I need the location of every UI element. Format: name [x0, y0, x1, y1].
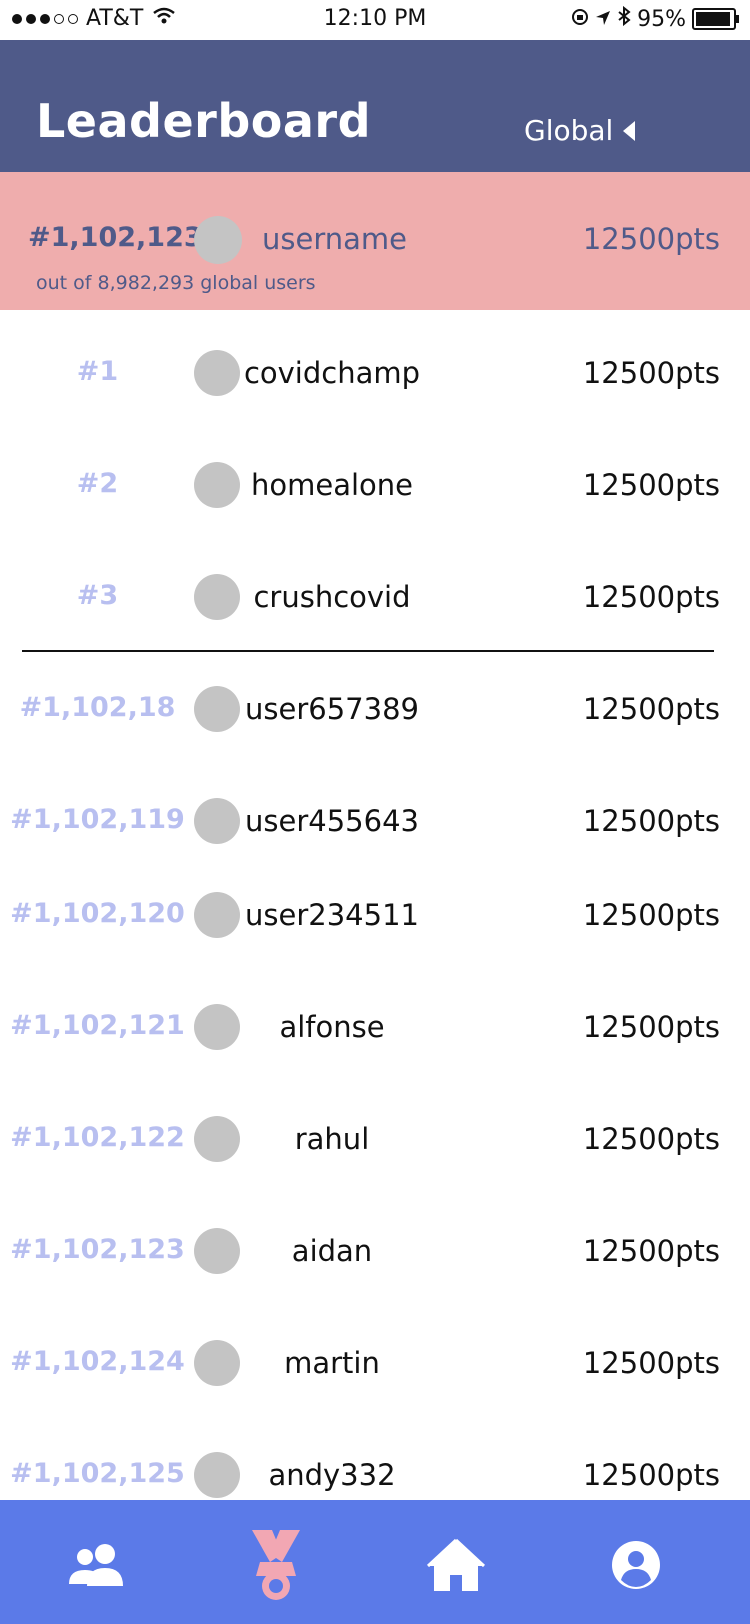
row-points: 12500pts [582, 804, 720, 838]
global-users-count: out of 8,982,293 global users [36, 272, 316, 294]
leaderboard-row[interactable]: #1,102,121 alfonse 12500pts [0, 992, 750, 1062]
tab-profile[interactable] [576, 1520, 696, 1610]
row-rank: #1,102,120 [10, 898, 185, 929]
tab-leaderboard[interactable] [216, 1520, 336, 1610]
row-rank: #1,102,123 [10, 1234, 185, 1265]
friends-icon [69, 1544, 123, 1586]
status-bar: AT&T 12:10 PM 95% [0, 0, 750, 40]
row-rank: #1,102,18 [19, 692, 176, 723]
row-points: 12500pts [582, 356, 720, 390]
battery-icon [692, 8, 739, 30]
row-points: 12500pts [582, 898, 720, 932]
row-rank: #1,102,124 [10, 1346, 185, 1377]
bottom-tab-bar [0, 1500, 750, 1624]
rotation-lock-icon [571, 7, 589, 32]
current-user-points: 12500pts [582, 222, 720, 256]
leaderboard-row[interactable]: #1,102,122 rahul 12500pts [0, 1104, 750, 1174]
leaderboard-row[interactable]: #1,102,123 aidan 12500pts [0, 1216, 750, 1286]
scope-label: Global [524, 114, 614, 147]
leaderboard-row[interactable]: #3 crushcovid 12500pts [0, 562, 750, 632]
row-rank: #1,102,125 [10, 1458, 185, 1489]
leaderboard-row[interactable]: #1 covidchamp 12500pts [0, 338, 750, 408]
row-points: 12500pts [582, 1234, 720, 1268]
row-points: 12500pts [582, 1010, 720, 1044]
leaderboard-row[interactable]: #1,102,120 user234511 12500pts [0, 880, 750, 950]
row-rank: #2 [76, 468, 119, 499]
leaderboard-row[interactable]: #1,102,18 user657389 12500pts [0, 674, 750, 744]
row-rank: #1,102,121 [10, 1010, 185, 1041]
top-three-divider [22, 650, 714, 652]
bluetooth-icon [617, 5, 631, 32]
row-points: 12500pts [582, 1458, 720, 1492]
location-icon [595, 7, 611, 32]
row-points: 12500pts [582, 692, 720, 726]
scope-dropdown[interactable]: Global [524, 114, 636, 147]
row-rank: #1,102,122 [10, 1122, 185, 1153]
leaderboard-row[interactable]: #1,102,124 martin 12500pts [0, 1328, 750, 1398]
row-username: user455643 [245, 804, 419, 838]
row-username: andy332 [268, 1458, 396, 1492]
current-user-banner[interactable]: #1,102,123 username 12500pts out of 8,98… [0, 172, 750, 310]
current-user-rank: #1,102,123 [28, 222, 203, 253]
row-username: martin [284, 1346, 380, 1380]
row-username: alfonse [279, 1010, 385, 1044]
row-rank: #1,102,119 [10, 804, 185, 835]
row-rank: #1 [76, 356, 119, 387]
tab-home[interactable] [396, 1520, 516, 1610]
status-indicators: 95% [571, 5, 739, 32]
row-username: homealone [250, 468, 413, 502]
home-icon [426, 1538, 486, 1591]
avatar [194, 216, 242, 264]
row-points: 12500pts [582, 1346, 720, 1380]
row-username: user657389 [245, 692, 419, 726]
leaderboard-row[interactable]: #2 homealone 12500pts [0, 450, 750, 520]
profile-icon [612, 1541, 660, 1589]
row-points: 12500pts [582, 580, 720, 614]
page-title: Leaderboard [36, 94, 372, 148]
row-rank: #3 [76, 580, 119, 611]
tab-friends[interactable] [36, 1520, 156, 1610]
app-header: Leaderboard Global [0, 40, 750, 172]
row-username: covidchamp [243, 356, 421, 390]
current-user-name: username [262, 222, 407, 256]
leaderboard-row[interactable]: #1,102,119 user455643 12500pts [0, 786, 750, 856]
row-points: 12500pts [582, 468, 720, 502]
row-username: user234511 [245, 898, 419, 932]
row-points: 12500pts [582, 1122, 720, 1156]
battery-percent: 95% [637, 6, 686, 32]
row-username: aidan [291, 1234, 373, 1268]
medal-icon [252, 1530, 300, 1600]
row-username: rahul [294, 1122, 370, 1156]
row-username: crushcovid [253, 580, 411, 614]
caret-left-icon [623, 120, 636, 141]
